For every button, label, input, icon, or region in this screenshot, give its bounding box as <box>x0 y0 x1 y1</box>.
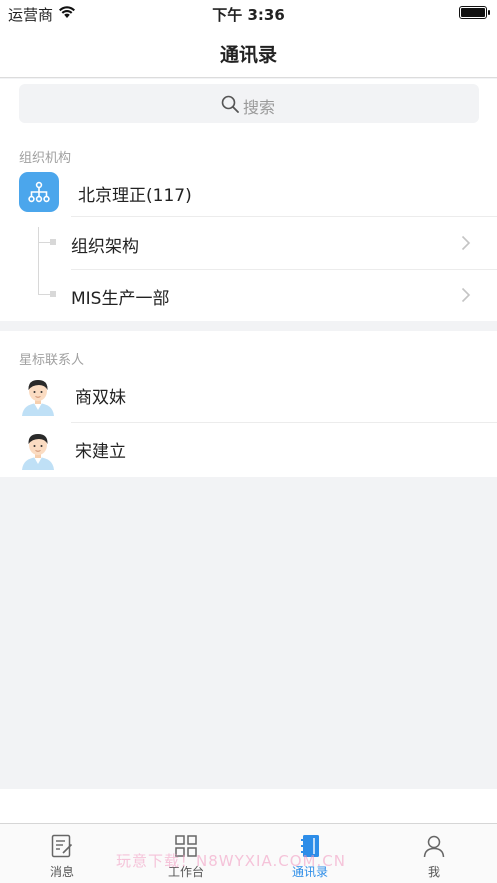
contact-item[interactable]: 商双妹 <box>0 369 497 422</box>
chevron-right-icon <box>461 287 471 303</box>
org-child-label: 组织架构 <box>71 237 139 257</box>
nav-bar: 通讯录 <box>0 28 497 78</box>
person-icon <box>423 835 445 858</box>
avatar <box>22 380 54 416</box>
tab-me[interactable]: 我 <box>372 824 496 883</box>
search-placeholder: 搜索 <box>243 98 276 117</box>
bottom-spacer <box>0 789 497 823</box>
search-input[interactable]: 搜索 <box>19 84 479 123</box>
org-child-item[interactable]: 组织架构 <box>0 217 497 269</box>
org-child-label: MIS生产一部 <box>71 289 170 309</box>
contact-name: 宋建立 <box>75 442 126 462</box>
contact-name: 商双妹 <box>75 388 126 408</box>
message-icon <box>51 834 73 858</box>
tab-label: 消息 <box>49 865 74 879</box>
org-root-label: 北京理正(117) <box>78 186 192 206</box>
status-bar: 运营商 下午 3:36 <box>0 0 497 28</box>
chevron-right-icon <box>461 235 471 251</box>
battery-icon <box>459 6 490 19</box>
org-tree-icon <box>28 181 50 203</box>
starred-section-title: 星标联系人 <box>19 353 85 368</box>
clock: 下午 3:36 <box>212 6 285 24</box>
org-section: 组织机构 北京理正(117) 组织架构 MIS生产一部 <box>0 131 497 321</box>
search-area: 搜索 <box>0 79 497 131</box>
tab-messages[interactable]: 消息 <box>0 824 124 883</box>
avatar <box>22 434 54 470</box>
org-badge <box>19 172 59 212</box>
watermark: 玩意下载！N8WYXIA.COM.CN <box>116 852 346 870</box>
contact-item[interactable]: 宋建立 <box>0 423 497 476</box>
org-child-item[interactable]: MIS生产一部 <box>0 269 497 321</box>
tab-label: 我 <box>427 865 440 879</box>
page-title: 通讯录 <box>219 44 277 66</box>
org-root-item[interactable]: 北京理正(117) <box>0 161 497 216</box>
starred-contacts-section: 星标联系人 商双妹 宋建立 <box>0 331 497 477</box>
search-icon <box>221 95 239 113</box>
